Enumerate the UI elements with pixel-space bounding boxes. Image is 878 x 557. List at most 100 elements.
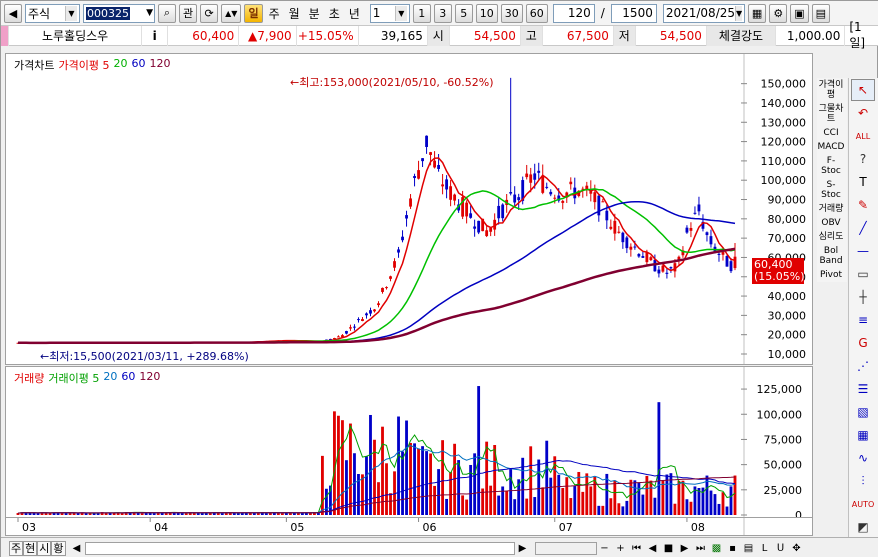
cross-line-icon[interactable]: ┼ (851, 286, 875, 308)
excel-icon[interactable]: ▩ (710, 541, 724, 555)
auto-trend-icon[interactable]: AUTO (851, 493, 875, 515)
info-icon[interactable]: i (142, 25, 169, 46)
period-day-button[interactable]: 일 (244, 3, 263, 23)
tab-status[interactable]: 황 (51, 540, 66, 556)
indicator-item[interactable]: Bol Band (817, 244, 845, 268)
pen-icon[interactable]: ✎ (851, 194, 875, 216)
cursor-icon[interactable]: ↖ (851, 79, 875, 101)
zoom-slider[interactable] (534, 541, 597, 555)
watchlist-button[interactable]: 관 (179, 3, 198, 23)
gann-icon[interactable]: G (851, 332, 875, 354)
chevron-down-icon[interactable]: ▼ (145, 8, 154, 18)
gear-icon[interactable]: ⚙ (769, 3, 788, 23)
indicator-item[interactable]: 가격이평 (817, 78, 845, 102)
help-icon[interactable]: ? (851, 148, 875, 170)
quick-count-3[interactable]: 3 (433, 3, 452, 23)
axis-icon[interactable]: L (758, 541, 772, 555)
quick-count-30[interactable]: 30 (500, 3, 523, 23)
legend-price-chart[interactable]: 가격차트 (14, 57, 54, 73)
period-minute-button[interactable]: 분 (306, 4, 323, 23)
period-second-button[interactable]: 초 (326, 4, 343, 23)
legend-ma20[interactable]: 20 (113, 57, 127, 73)
save-image-icon[interactable]: ◩ (851, 516, 875, 538)
parallel-lines-icon[interactable]: ≡ (851, 309, 875, 331)
line-tool-icon[interactable]: ╱ (851, 217, 875, 239)
scroll-right-icon[interactable]: ▶ (516, 541, 530, 555)
indicator-item[interactable]: 거래량 (817, 202, 845, 216)
h-line-icon[interactable]: — (851, 240, 875, 262)
channel-icon[interactable]: ▧ (851, 401, 875, 423)
legend-volume[interactable]: 거래량 (14, 370, 44, 386)
refresh-icon[interactable]: ⟳ (200, 3, 219, 23)
candle-body (725, 256, 729, 267)
search-button[interactable]: ⌕ (158, 3, 176, 23)
magnet-icon[interactable]: ᑌ (774, 541, 788, 555)
fibonacci-icon[interactable]: ☰ (851, 378, 875, 400)
indicator-item[interactable]: MACD (817, 140, 845, 154)
indicator-item[interactable]: Pivot (817, 268, 845, 282)
save-icon[interactable]: ▪ (726, 541, 740, 555)
quick-count-60[interactable]: 60 (525, 3, 548, 23)
volume-chart-pane[interactable]: 125,000 100,000 75,000 50,000 25,000 0 거래량 거래… (5, 366, 813, 518)
display-count-input[interactable]: 120 (552, 3, 595, 23)
tab-current[interactable]: 현 (23, 540, 38, 556)
last-icon[interactable]: ⏭ (694, 541, 708, 555)
horizontal-scrollbar[interactable] (84, 541, 515, 555)
tab-market[interactable]: 시 (37, 540, 52, 556)
period-month-button[interactable]: 월 (286, 4, 303, 23)
y-tick-label: 90,000 (768, 194, 807, 207)
indicator-item[interactable]: OBV (817, 216, 845, 230)
calendar-icon[interactable]: ▦ (747, 3, 767, 23)
legend-vol-ma20[interactable]: 20 (103, 370, 117, 386)
ma120-line (18, 247, 736, 345)
first-icon[interactable]: ⏮ (630, 541, 644, 555)
prev-stock-button[interactable]: ◀ (4, 3, 22, 23)
quick-count-10[interactable]: 10 (475, 3, 498, 23)
tab-week[interactable]: 주 (9, 540, 24, 556)
indicator-item[interactable]: S-Stoc (817, 178, 845, 202)
print-icon[interactable]: ▤ (811, 3, 831, 23)
market-select[interactable]: 주식 ▼ (25, 3, 80, 23)
indicator-item[interactable]: 심리도 (817, 230, 845, 244)
date-select[interactable]: 2021/08/25 ▼ (662, 3, 745, 23)
rectangle-icon[interactable]: ▭ (851, 263, 875, 285)
print-small-icon[interactable]: ▤ (742, 541, 756, 555)
zoom-in-icon[interactable]: + (614, 541, 628, 555)
indicator-item[interactable]: 그물차트 (817, 102, 845, 126)
indicator-item[interactable]: CCI (817, 126, 845, 140)
wave-icon[interactable]: ∿ (851, 447, 875, 469)
updown-icon[interactable]: ▲▼ (221, 3, 242, 23)
legend-ma120[interactable]: 120 (149, 57, 170, 73)
quick-count-5[interactable]: 5 (454, 3, 473, 23)
undo-icon[interactable]: ↶ (851, 102, 875, 124)
quick-count-1[interactable]: 1 (412, 3, 431, 23)
play-back-icon[interactable]: ◀ (646, 541, 660, 555)
zoom-out-icon[interactable]: − (598, 541, 612, 555)
delete-all-icon[interactable]: ALL (851, 125, 875, 147)
volume-bar (609, 498, 613, 515)
candle-body (513, 194, 517, 203)
window-icon[interactable]: ▣ (790, 3, 809, 23)
period-week-button[interactable]: 주 (266, 4, 283, 23)
total-count-input[interactable]: 1500 (610, 3, 657, 23)
play-icon[interactable]: ▶ (678, 541, 692, 555)
indicator-item[interactable]: F-Stoc (817, 154, 845, 178)
scroll-left-icon[interactable]: ◀ (70, 541, 84, 555)
period-year-button[interactable]: 년 (346, 4, 363, 23)
text-tool-icon[interactable]: T (851, 171, 875, 193)
period-line-icon[interactable]: ⫶ (851, 470, 875, 492)
legend-ma60[interactable]: 60 (131, 57, 145, 73)
price-chart-pane[interactable]: 150,000 140,000 130,000 120,000 110,000 100,0… (5, 53, 813, 365)
legend-ma5[interactable]: 가격이평 5 (58, 57, 109, 73)
grid-icon[interactable]: ▦ (851, 424, 875, 446)
legend-vol-ma120[interactable]: 120 (139, 370, 160, 386)
legend-vol-ma5[interactable]: 거래이평 5 (48, 370, 99, 386)
stock-code-input[interactable]: 000325 ▼ (83, 3, 155, 23)
candle-body (609, 226, 613, 229)
fan-icon[interactable]: ⋰ (851, 355, 875, 377)
drag-icon[interactable]: ✥ (790, 541, 804, 555)
volume-bar (321, 455, 324, 515)
legend-vol-ma60[interactable]: 60 (121, 370, 135, 386)
stop-icon[interactable]: ■ (662, 541, 676, 555)
period-count-select[interactable]: 1 ▼ (369, 3, 410, 23)
